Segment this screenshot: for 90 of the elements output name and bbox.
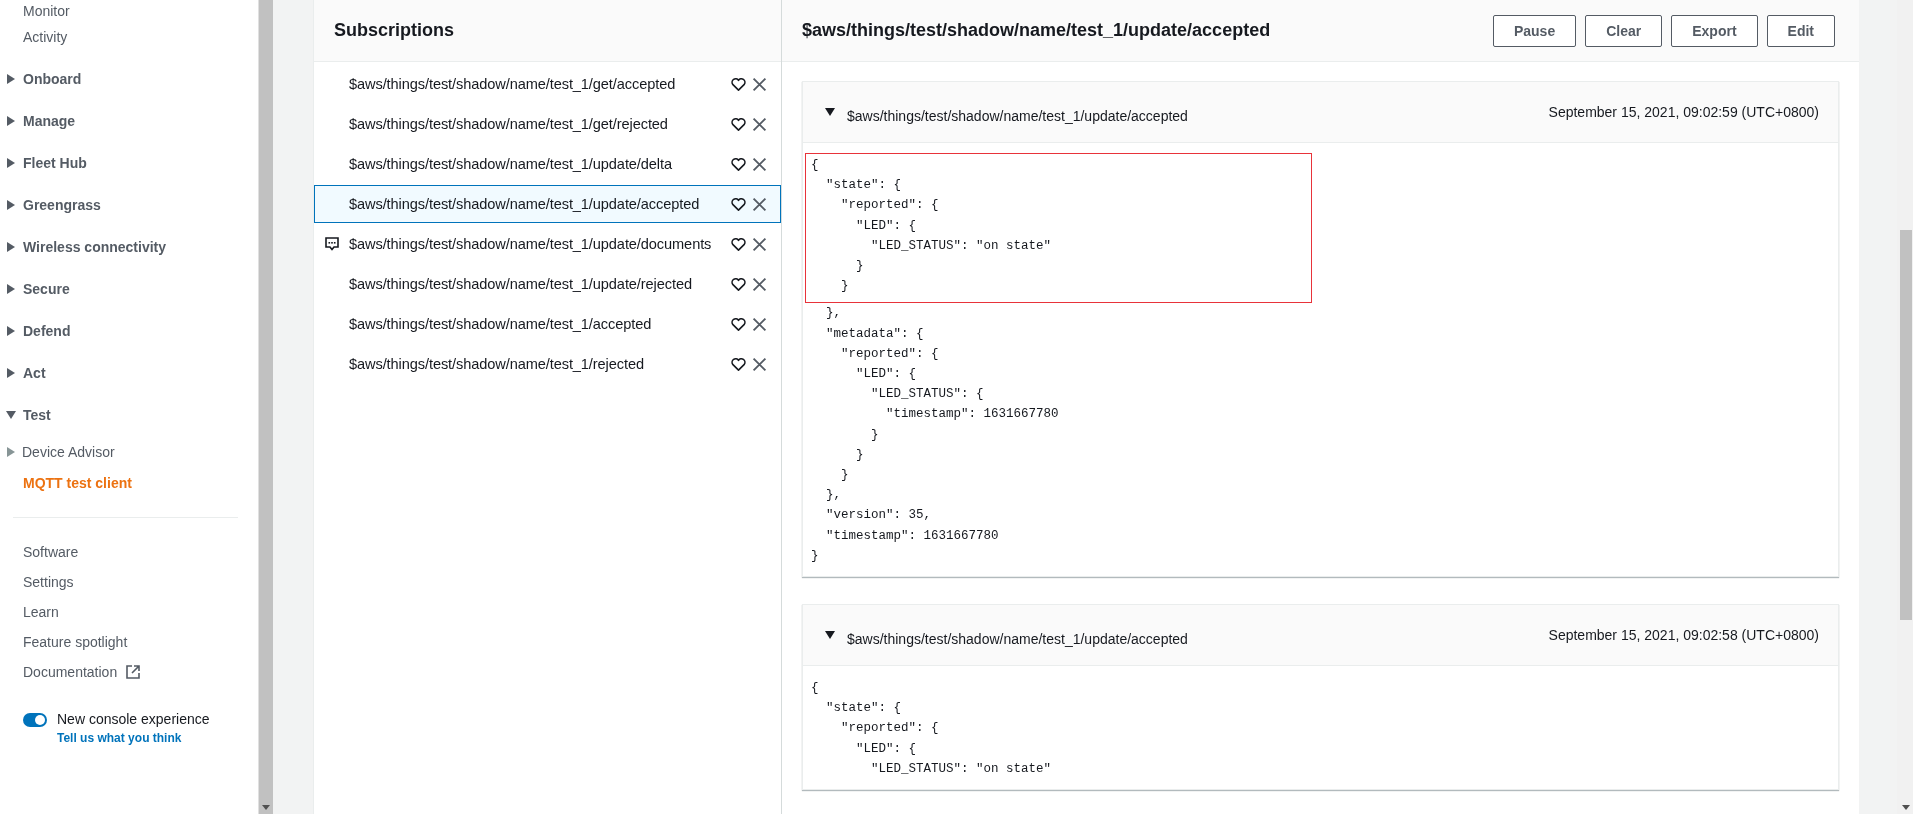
close-icon[interactable]: [752, 76, 767, 92]
code-line: "LED_STATUS": "on state": [870, 237, 1053, 255]
code-line: "metadata": {: [825, 325, 925, 343]
code-line: "LED_STATUS": "on state": [870, 760, 1053, 778]
toolbar-button[interactable]: Edit: [1766, 14, 1835, 47]
nav-link[interactable]: Activity: [23, 29, 68, 45]
heart-icon[interactable]: [731, 196, 746, 212]
toolbar-button[interactable]: Pause: [1492, 14, 1577, 47]
code-line: "version": 35,: [825, 507, 933, 525]
code-line: {: [810, 680, 820, 698]
code-line: {: [810, 157, 820, 174]
code-line: "state": {: [825, 700, 902, 718]
nav-link[interactable]: Monitor: [23, 3, 70, 19]
toggle-switch[interactable]: [23, 713, 47, 727]
message-topic: $aws/things/test/shadow/name/test_1/update/accepted: [847, 631, 1189, 648]
code-line: "state": {: [825, 177, 902, 195]
code-line: "reported": {: [840, 720, 940, 738]
close-icon[interactable]: [752, 156, 767, 172]
nav-section[interactable]: Act: [23, 365, 46, 381]
scroll-down-arrow-icon[interactable]: [262, 805, 270, 810]
nav-section[interactable]: Manage: [23, 113, 76, 129]
topic-name: $aws/things/test/shadow/name/test_1/accepted: [349, 316, 653, 332]
subscription-item[interactable]: $aws/things/test/shadow/name/test_1/update/documents: [314, 225, 781, 263]
nav-section[interactable]: Secure: [23, 281, 70, 297]
nav-section[interactable]: Greengrass: [23, 197, 101, 213]
subscription-item[interactable]: $aws/things/test/shadow/name/test_1/get/rejected: [314, 105, 781, 143]
nav-link[interactable]: Device Advisor: [22, 444, 115, 460]
nav-link[interactable]: Learn: [23, 604, 59, 620]
heart-icon[interactable]: [731, 316, 746, 332]
topic-name: $aws/things/test/shadow/name/test_1/rejected: [349, 356, 645, 372]
topic-name: $aws/things/test/shadow/name/test_1/update/rejected: [349, 276, 693, 292]
code-line: "LED_STATUS": {: [870, 386, 985, 404]
heart-icon[interactable]: [731, 116, 746, 132]
subscription-item[interactable]: $aws/things/test/shadow/name/test_1/accepted: [314, 305, 781, 343]
nav-link[interactable]: Feature spotlight: [23, 634, 128, 650]
code-line: "timestamp": 1631667780: [825, 527, 1000, 545]
nav-section[interactable]: Wireless connectivity: [23, 239, 167, 255]
topic-name: $aws/things/test/shadow/name/test_1/update/delta: [349, 156, 673, 172]
panel-title: $aws/things/test/shadow/name/test_1/update/accepted: [802, 20, 1271, 41]
code-line: }: [855, 446, 865, 464]
code-line: }: [840, 467, 850, 485]
code-line: }: [840, 278, 850, 296]
code-line: "LED": {: [855, 217, 918, 235]
nav-section[interactable]: Defend: [23, 323, 71, 339]
nav-link[interactable]: Software: [23, 544, 79, 560]
heart-icon[interactable]: [731, 356, 746, 372]
code-line: "LED": {: [855, 740, 918, 758]
close-icon[interactable]: [752, 116, 767, 132]
subscription-item[interactable]: $aws/things/test/shadow/name/test_1/get/accepted: [314, 65, 781, 103]
close-icon[interactable]: [752, 356, 767, 372]
code-line: }: [870, 426, 880, 444]
subscription-item[interactable]: $aws/things/test/shadow/name/test_1/update/accepted: [314, 185, 781, 223]
code-line: },: [825, 305, 842, 323]
close-icon[interactable]: [752, 276, 767, 292]
code-line: "LED": {: [855, 366, 918, 384]
message-timestamp: September 15, 2021, 09:02:59 (UTC+0800): [1548, 104, 1819, 120]
topic-name: $aws/things/test/shadow/name/test_1/update/documents: [349, 236, 713, 252]
topic-name: $aws/things/test/shadow/name/test_1/update/accepted: [349, 196, 701, 212]
subscription-item[interactable]: $aws/things/test/shadow/name/test_1/update/rejected: [314, 265, 781, 303]
close-icon[interactable]: [752, 196, 767, 212]
toolbar-button[interactable]: Clear: [1585, 14, 1663, 47]
code-line: "reported": {: [840, 197, 940, 215]
heart-icon[interactable]: [731, 76, 746, 92]
topic-name: $aws/things/test/shadow/name/test_1/get/rejected: [349, 116, 669, 132]
nav-section[interactable]: Test: [23, 407, 51, 423]
close-icon[interactable]: [752, 316, 767, 332]
subscription-item[interactable]: $aws/things/test/shadow/name/test_1/rejected: [314, 345, 781, 383]
subscription-item[interactable]: $aws/things/test/shadow/name/test_1/update/delta: [314, 145, 781, 183]
nav-section[interactable]: Onboard: [23, 71, 82, 87]
code-line: },: [825, 487, 842, 505]
topic-name: $aws/things/test/shadow/name/test_1/get/accepted: [349, 76, 677, 92]
message-timestamp: September 15, 2021, 09:02:58 (UTC+0800): [1548, 627, 1819, 644]
nav-link[interactable]: Settings: [23, 574, 74, 590]
panel-title: Subscriptions: [334, 20, 454, 41]
heart-icon[interactable]: [731, 276, 746, 292]
heart-icon[interactable]: [731, 236, 746, 252]
code-line: }: [855, 258, 865, 275]
nav-section[interactable]: Fleet Hub: [23, 155, 87, 171]
scroll-down-arrow-icon[interactable]: [1902, 805, 1910, 810]
nav-link[interactable]: Documentation: [23, 664, 118, 680]
feedback-link[interactable]: Tell us what you think: [57, 731, 210, 745]
scrollbar[interactable]: [258, 0, 273, 814]
heart-icon[interactable]: [731, 156, 746, 172]
code-line: "timestamp": 1631667780: [885, 406, 1060, 424]
message-topic: $aws/things/test/shadow/name/test_1/update/accepted: [847, 108, 1189, 124]
toolbar-button[interactable]: Export: [1671, 14, 1758, 47]
toggle-label: New console experience: [57, 711, 210, 727]
close-icon[interactable]: [752, 236, 767, 252]
code-line: }: [810, 547, 820, 565]
code-line: "reported": {: [840, 345, 940, 363]
